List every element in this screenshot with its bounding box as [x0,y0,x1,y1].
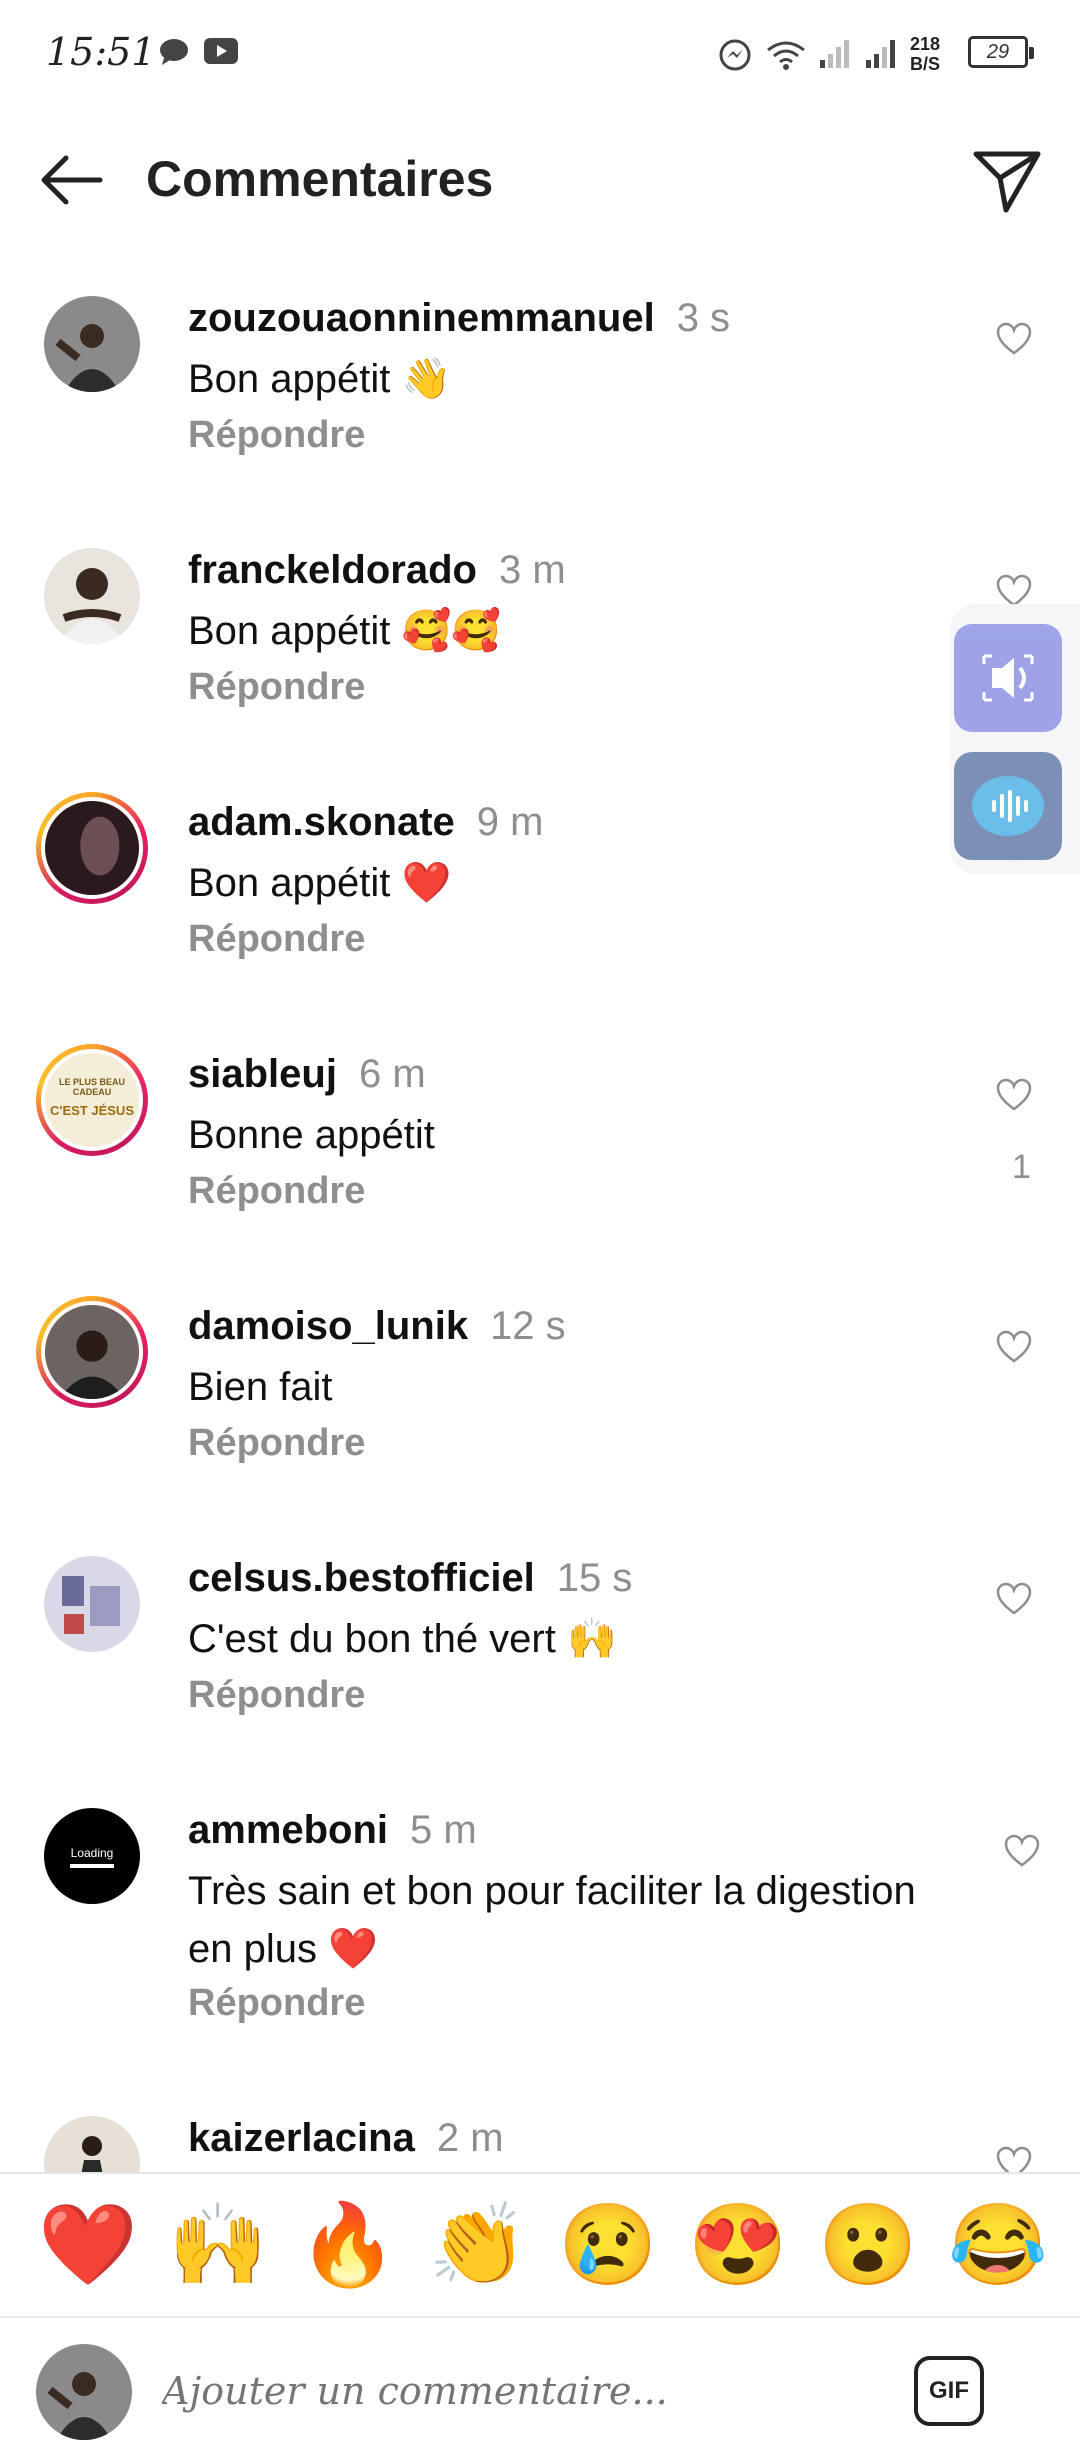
emoji-clap-button[interactable]: 👏 [428,2200,528,2290]
comment-item: LE PLUS BEAU CADEAU C'EST JÉSUS siableuj… [0,1044,1080,1252]
messenger-icon [719,39,751,71]
heart-icon[interactable] [996,1582,1032,1616]
emoji-raising-hands-button[interactable]: 🙌 [168,2200,268,2290]
loading-bar [70,1864,114,1868]
reply-button[interactable]: Répondre [188,414,365,457]
avatar[interactable] [44,2116,140,2172]
avatar-caption-main: C'EST JÉSUS [49,1103,134,1118]
comment-text: Bonne appétit [188,1113,435,1157]
sound-toggle-button[interactable] [954,624,1062,732]
comment-item: damoiso_lunik 12 s Bien fait Répondre [0,1296,1080,1504]
username-text[interactable]: damoiso_lunik [188,1304,468,1348]
comment-username[interactable]: damoiso_lunik 12 s [188,1304,566,1349]
emoji-crying-button[interactable]: 😢 [558,2200,658,2290]
comment-username[interactable]: zouzouaonninemmanuel 3 s [188,296,730,341]
back-arrow-icon[interactable] [36,150,106,210]
chat-notification-icon [160,39,188,65]
avatar-loading-text: Loading [70,1846,114,1860]
gif-button[interactable]: GIF [914,2356,984,2426]
comment-username[interactable]: adam.skonate 9 m [188,800,543,845]
comment-time: 3 m [498,548,566,592]
youtube-notification-icon [204,38,238,64]
comment-composer: GIF [0,2316,1080,2460]
comment-time: 6 m [358,1052,426,1096]
avatar[interactable] [44,296,140,392]
reply-button[interactable]: Répondre [188,1674,365,1717]
reply-button[interactable]: Répondre [188,1422,365,1465]
comment-item: Loading ammeboni 5 m Très sain et bon pou… [0,1808,1080,2068]
comment-item: adam.skonate 9 m Bon appétit ❤️ Répondre [0,792,1080,1000]
heart-icon[interactable] [1004,1834,1040,1868]
comment-username[interactable]: franckeldorado 3 m [188,548,566,593]
quick-emoji-bar: ❤️ 🙌 🔥 👏 😢 😍 😮 😂 [0,2172,1080,2318]
my-avatar [36,2344,132,2440]
emoji-heart-button[interactable]: ❤️ [38,2200,138,2290]
emoji-heart-eyes-button[interactable]: 😍 [688,2200,788,2290]
signal-icon-1 [820,40,849,68]
emoji-surprised-button[interactable]: 😮 [818,2200,918,2290]
username-text[interactable]: celsus.bestofficiel [188,1556,535,1600]
heart-icon[interactable] [996,2146,1032,2172]
avatar[interactable] [44,1556,140,1652]
comment-time: 12 s [490,1304,566,1348]
battery-icon: 29 [968,36,1034,68]
voice-wave-icon [972,776,1044,836]
username-text[interactable]: franckeldorado [188,548,477,592]
speaker-icon [982,654,1034,702]
comment-text: Bon appétit 👋 [188,357,452,401]
send-icon[interactable] [972,148,1042,214]
emoji-laughing-button[interactable]: 😂 [948,2200,1048,2290]
comment-time: 5 m [410,1808,477,1852]
voice-assistant-button[interactable] [954,752,1062,860]
network-speed-unit: B/S [910,54,941,74]
status-time: 15:51 [46,30,156,74]
emoji-fire-button[interactable]: 🔥 [298,2200,398,2290]
like-count[interactable]: 1 [1012,1148,1031,1187]
heart-icon[interactable] [996,1330,1032,1364]
comment-text: Très sain et bon pour faciliter la diges… [188,1869,916,1971]
comment-username[interactable]: siableuj 6 m [188,1052,426,1097]
comment-text: Bon appétit 🥰🥰 [188,609,502,653]
reply-button[interactable]: Répondre [188,1982,365,2025]
username-text[interactable]: adam.skonate [188,800,455,844]
signal-icon-2 [866,40,895,68]
header: Commentaires [0,120,1080,240]
comment-text: Bien fait [188,1365,333,1409]
comment-time: 9 m [476,800,544,844]
comment-item: zouzouaonninemmanuel 3 s Bon appétit 👋 Ré… [0,296,1080,496]
comment-time: 2 m [436,2116,504,2160]
comment-username[interactable]: celsus.bestofficiel 15 s [188,1556,632,1601]
comment-text: Bon appétit ❤️ [188,861,452,905]
comment-item: celsus.bestofficiel 15 s C'est du bon thé… [0,1556,1080,1756]
heart-icon[interactable] [996,574,1032,608]
wifi-icon [767,41,805,70]
comment-username[interactable]: ammeboni 5 m [188,1808,477,1853]
reply-button[interactable]: Répondre [188,918,365,961]
comment-item: kaizerlacina 2 m [0,2116,1080,2172]
avatar[interactable]: Loading [44,1808,140,1904]
username-text[interactable]: ammeboni [188,1808,388,1852]
heart-icon[interactable] [996,1078,1032,1112]
page-title: Commentaires [146,151,494,207]
username-text[interactable]: zouzouaonninemmanuel [188,296,655,340]
avatar-story-ring[interactable] [36,1296,148,1408]
network-speed: 218 B/S [910,34,940,74]
username-text[interactable]: siableuj [188,1052,337,1096]
reply-button[interactable]: Répondre [188,666,365,709]
comment-username[interactable]: kaizerlacina 2 m [188,2116,504,2161]
username-text[interactable]: kaizerlacina [188,2116,415,2160]
avatar-story-ring[interactable] [36,792,148,904]
comment-input[interactable] [160,2368,864,2414]
heart-icon[interactable] [996,322,1032,356]
comment-text: C'est du bon thé vert 🙌 [188,1617,617,1661]
avatar-story-ring[interactable]: LE PLUS BEAU CADEAU C'EST JÉSUS [36,1044,148,1156]
avatar[interactable] [44,548,140,644]
comment-time: 15 s [556,1556,633,1600]
avatar-caption-top: LE PLUS BEAU CADEAU [58,1077,125,1097]
network-speed-value: 218 [910,34,941,54]
status-bar: 15:51 218 B/S 29 [0,0,1080,110]
reply-button[interactable]: Répondre [188,1170,365,1213]
comment-item: franckeldorado 3 m Bon appétit 🥰🥰 Répondr… [0,548,1080,748]
comment-time: 3 s [676,296,731,340]
